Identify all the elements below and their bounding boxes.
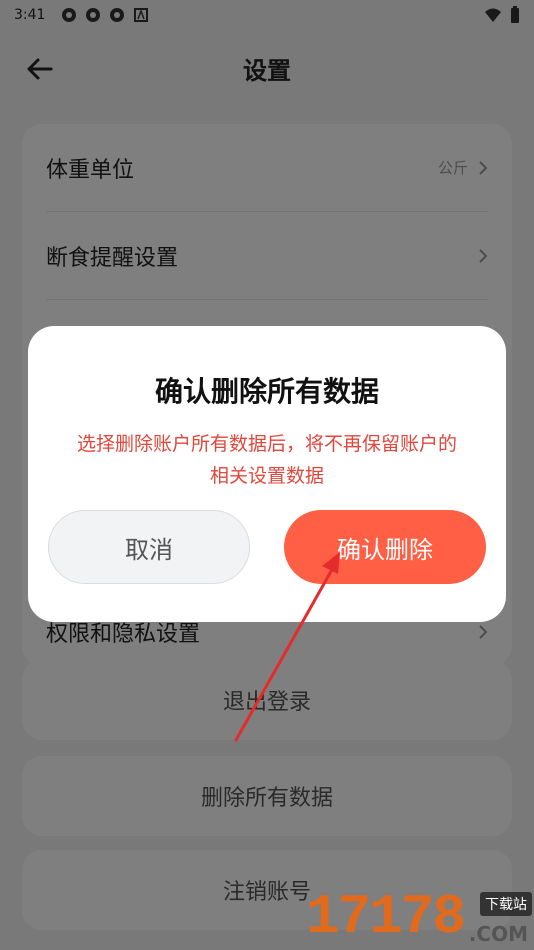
cancel-label: 取消 [125,535,173,564]
confirm-delete-dialog: 确认删除所有数据 选择删除账户所有数据后，将不再保留账户的相关设置数据 取消 确… [28,326,506,622]
watermark-digits: 17178 [306,885,466,949]
watermark-suffix: .COM [468,922,528,946]
watermark-tag: 下载站 [480,892,532,916]
cancel-button[interactable]: 取消 [48,510,250,584]
dialog-title: 确认删除所有数据 [154,375,379,408]
confirm-label: 确认删除 [337,535,433,564]
dialog-message: 选择删除账户所有数据后，将不再保留账户的相关设置数据 [76,433,457,487]
watermark-logo: 17178 下载站 .COM [306,884,532,950]
confirm-delete-button[interactable]: 确认删除 [284,510,486,584]
